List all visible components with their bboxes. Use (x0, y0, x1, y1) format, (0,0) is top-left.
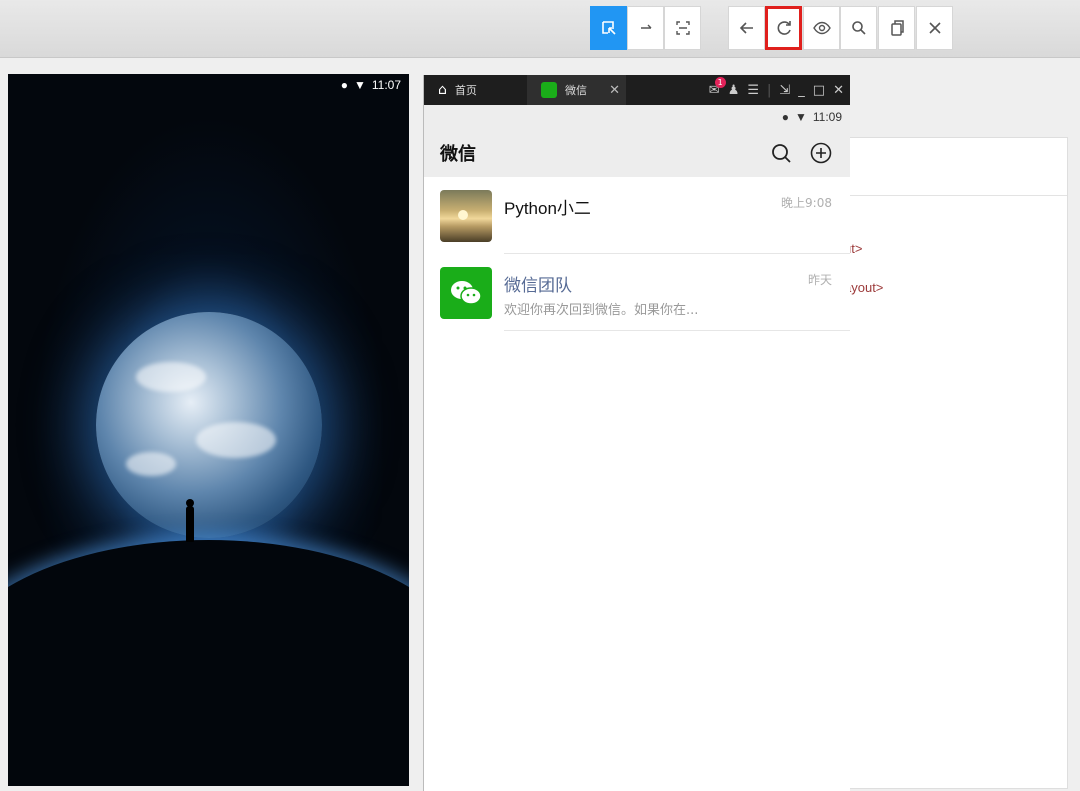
divider (504, 330, 850, 331)
chat-preview: 欢迎你再次回到微信。如果你在... (504, 303, 699, 318)
chat-list-item[interactable]: 微信团队 欢迎你再次回到微信。如果你在... 昨天 (424, 254, 850, 331)
swipe-button[interactable] (627, 6, 664, 50)
close-window-icon[interactable]: ✕ (833, 83, 844, 98)
maximize-icon[interactable]: □ (813, 83, 825, 98)
tab-wechat[interactable]: 微信 ✕ (527, 75, 626, 105)
emulator-controls: ✉ 1 ♟ ☰ | ⇲ _ □ ✕ (709, 75, 844, 105)
wechat-header: 微信 (424, 129, 850, 177)
device-screenshot[interactable]: ● ▼ 11:07 (8, 74, 409, 786)
tap-by-coordinates-button[interactable] (664, 6, 701, 50)
back-arrow-icon (739, 22, 753, 34)
refresh-icon (777, 21, 791, 35)
copy-icon (890, 20, 904, 36)
chat-name: 微信团队 (504, 276, 572, 295)
add-circle-icon[interactable] (810, 142, 832, 164)
element-tree-header (836, 138, 1067, 196)
select-element-button[interactable] (590, 6, 627, 50)
chat-time: 昨天 (807, 273, 832, 287)
wechat-logo (440, 267, 492, 319)
menu-icon[interactable]: ☰ (747, 83, 759, 98)
minimize-icon[interactable]: _ (798, 83, 805, 98)
wifi-icon: ▼ (353, 78, 366, 92)
earth-image (96, 312, 322, 538)
page-title: 微信 (440, 144, 476, 165)
location-icon: ● (340, 78, 348, 92)
element-tree: ut> ayout> (835, 137, 1068, 789)
emulator-window: ⌂ 首页 微信 ✕ ✉1 ♟ ☰ | ⇲ _ □ ✕ ● ▼ 11:09 微信 (423, 75, 850, 791)
emulator-titlebar: ⌂ 首页 微信 ✕ ✉ 1 ♟ ☰ | ⇲ _ □ ✕ (424, 75, 850, 105)
chat-time: 晚上9:08 (781, 196, 832, 210)
device-status-bar: ● ▼ 11:07 (341, 78, 401, 92)
search-icon (851, 21, 866, 35)
wifi-icon: ▼ (794, 110, 807, 124)
toggle-visibility-button[interactable] (803, 6, 840, 50)
close-icon (928, 22, 941, 34)
inspector-toolbar (0, 0, 1080, 58)
device-time: 11:07 (371, 78, 401, 92)
status-time: 11:09 (812, 110, 842, 124)
standing-person-silhouette (186, 499, 194, 542)
android-status-bar: ● ▼ 11:09 (424, 105, 850, 129)
chat-name: Python小二 (504, 199, 591, 218)
swipe-icon (640, 24, 651, 29)
copy-button[interactable] (878, 6, 915, 50)
avatar (440, 190, 492, 242)
location-icon: ● (781, 110, 789, 124)
separator: | (767, 82, 772, 98)
chat-list-item[interactable]: Python小二 晚上9:08 (424, 177, 850, 254)
refresh-button[interactable] (765, 6, 802, 50)
eye-icon (812, 21, 831, 35)
wechat-bubbles-icon (451, 281, 482, 305)
select-element-icon (601, 21, 616, 35)
home-icon: ⌂ (438, 82, 447, 98)
tab-label: 首页 (454, 84, 477, 97)
close-button[interactable] (916, 6, 953, 50)
close-tab-icon[interactable]: ✕ (609, 83, 620, 98)
avatar (440, 267, 492, 319)
back-button[interactable] (728, 6, 765, 50)
sunset-photo (440, 190, 492, 242)
notification-badge: 1 (714, 76, 726, 88)
user-icon[interactable]: ♟ (728, 83, 740, 98)
wechat-icon (541, 82, 557, 98)
fullscreen-icon[interactable]: ⇲ (779, 83, 790, 98)
search-button[interactable] (840, 6, 877, 50)
planet-horizon (8, 540, 409, 786)
tap-by-coordinates-icon (675, 21, 690, 35)
tab-label: 微信 (565, 84, 587, 97)
search-icon[interactable] (770, 142, 792, 164)
tab-home[interactable]: ⌂ 首页 (424, 75, 527, 105)
mail-icon[interactable]: ✉ 1 (709, 76, 726, 98)
